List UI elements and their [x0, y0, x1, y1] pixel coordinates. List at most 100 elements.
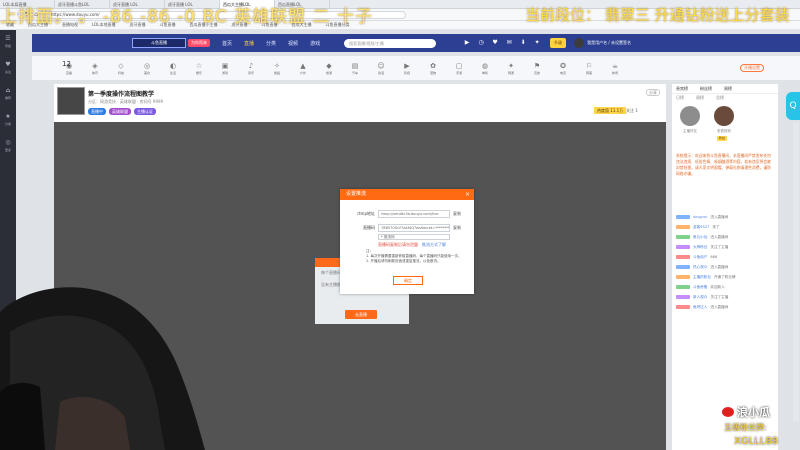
rtmp-address-field[interactable]: rtmp://sendtc3a.douyu.com/live [378, 210, 450, 218]
stream-mode-select[interactable]: * 推流码 [378, 234, 450, 240]
rank-avatar[interactable] [714, 106, 734, 126]
chat-text: 进入直播间 [710, 214, 729, 219]
warning-link[interactable]: 直播码复制后请勿泄露 [378, 242, 418, 248]
chat-username[interactable]: 游客9527 [693, 225, 709, 230]
chat-list: xingyun 进入直播间 游客9527 来了 鱼丸小仙 进入直播间 大神粉丝 关注了主播 斗鱼… [672, 212, 778, 312]
category-item[interactable]: ▲ 户外 [290, 62, 316, 75]
sidebar-item-recommend[interactable]: ⌂ 推荐 [0, 82, 16, 108]
category-label: 美食 [143, 70, 150, 75]
category-item[interactable]: ▣ 游戏 [212, 62, 238, 75]
category-item[interactable]: ▶ 影视 [394, 62, 420, 75]
confirm-button[interactable]: 确定 [393, 276, 423, 285]
broadcast-icon[interactable]: ▶ [460, 38, 474, 48]
chat-username[interactable]: 热心观众 [693, 265, 707, 270]
category-icon: ◍ [481, 61, 489, 70]
category-item[interactable]: ▢ 手游 [446, 62, 472, 75]
chat-message: 鱼丸小仙 进入直播间 [676, 232, 774, 242]
chat-username[interactable]: 鱼吧达人 [693, 305, 707, 310]
category-item[interactable]: ⚐ 赛事 [576, 62, 602, 75]
chat-username[interactable]: 新人观众 [693, 295, 707, 300]
room-tag[interactable]: 主播认证 [134, 108, 156, 115]
category-item[interactable]: ◍ 单机 [472, 62, 498, 75]
category-item[interactable]: ✿ 宠物 [420, 62, 446, 75]
fishbar-icon[interactable]: ✦ [530, 38, 544, 48]
category-item[interactable]: ⚑ 竞技 [524, 62, 550, 75]
history-icon[interactable]: ◷ [474, 38, 488, 48]
room-tag[interactable]: 英雄联盟 [109, 108, 131, 115]
chat-username[interactable]: 主播的粉丝 [693, 275, 711, 280]
category-item[interactable]: ☺ 动漫 [368, 62, 394, 75]
tab-week[interactable]: 周榜 [724, 86, 732, 92]
rank-avatar[interactable] [680, 106, 700, 126]
category-label: 舞蹈 [273, 70, 280, 75]
nav-video[interactable]: 视频 [288, 40, 298, 47]
message-icon[interactable]: ✉ [502, 38, 516, 48]
share-button[interactable]: 分享 [646, 89, 660, 96]
stream-key-label: 直播码 [363, 225, 375, 230]
category-icon: ✪ [560, 61, 566, 70]
nav-game[interactable]: 游戏 [310, 40, 320, 47]
watermark-name: 浪小瓜 [737, 406, 770, 419]
stream-key-field[interactable]: 7865705rV7a4f4Q?wsSecret=******** [378, 224, 450, 232]
upgrade-button[interactable]: 升级 [550, 38, 567, 48]
chat-username[interactable]: 大神粉丝 [693, 245, 707, 250]
copy-key-button[interactable]: 复制 [453, 225, 461, 231]
subtab[interactable]: 总榜 [716, 95, 724, 101]
streamer-avatar[interactable] [57, 87, 85, 115]
sidebar-item-label: 导航 [4, 44, 11, 48]
category-icon: ▶ [404, 61, 410, 70]
download-icon[interactable]: ⬇ [516, 38, 530, 48]
subtab[interactable]: 日榜 [676, 95, 684, 101]
subtab[interactable]: 周榜 [696, 95, 704, 101]
mascot-icon[interactable]: Q [786, 92, 800, 120]
nav-live[interactable]: 直播 [244, 40, 254, 47]
category-item[interactable]: ◆ 旅游 [316, 62, 342, 75]
sidebar-item-more[interactable]: ◎ 更多 [0, 134, 16, 160]
avatar[interactable] [574, 38, 585, 48]
room-tag[interactable]: 直播中 [88, 108, 106, 115]
category-item[interactable]: ✪ 电竞 [550, 62, 576, 75]
category-item[interactable]: ◐ 生活 [160, 62, 186, 75]
chat-username[interactable]: 斗鱼房管 [693, 285, 707, 290]
sidebar-item-follow[interactable]: ♥ 关注 [0, 56, 16, 82]
right-panel: 贵宾榜 粉丝榜 周榜 日榜 周榜 总榜 主播好友 老铁铁粉 粉丝 系统提示：欢迎… [672, 84, 778, 450]
tab-fans[interactable]: 粉丝榜 [700, 86, 712, 92]
go-live-button[interactable]: 去直播 [345, 310, 377, 319]
search-input[interactable]: 搜索直播/视频/主播 [344, 38, 437, 48]
fan-badge-code: XGLLL88 [734, 436, 779, 447]
start-stream-settings-button[interactable]: 开播设置 [740, 64, 764, 72]
category-icon: ✧ [274, 61, 280, 70]
nav-category[interactable]: 分类 [266, 40, 276, 47]
category-item[interactable]: ✦ 网游 [498, 62, 524, 75]
sidebar-item-nav[interactable]: ☰ 导航 [0, 30, 16, 56]
chat-username[interactable]: 鱼丸小仙 [693, 235, 707, 240]
category-item[interactable]: ◇ 科技 [108, 62, 134, 75]
category-item[interactable]: ☆ 娱乐 [186, 62, 212, 75]
site-logo[interactable]: 斗鱼直播 [132, 38, 186, 48]
category-strip: ◉ 直播 ◈ 体育 ◇ 科技 ◎ 美食 ◐ 生活 ☆ 娱乐 ▣ 游戏 ♪ 音乐 ✧ 舞蹈 ▲ 户外 … [32, 56, 800, 80]
help-link[interactable]: 推流方式了解 [422, 242, 446, 248]
category-item[interactable]: ◎ 美食 [134, 62, 160, 75]
category-item[interactable]: ☕ 休闲 [602, 62, 628, 75]
category-item[interactable]: ♪ 音乐 [238, 62, 264, 75]
username[interactable]: 我是用户名 / 未设置签名 [587, 40, 631, 46]
category-icon: ◎ [143, 61, 151, 70]
tab-vip[interactable]: 贵宾榜 [676, 86, 688, 92]
sidebar-item-category[interactable]: ★ 分类 [0, 108, 16, 134]
page-scrollbar[interactable] [793, 122, 799, 422]
chat-username[interactable]: xingyun [693, 215, 707, 219]
follow-icon[interactable]: ♥ [488, 38, 502, 48]
fan-badge [676, 245, 690, 249]
category-label: 体育 [91, 70, 98, 75]
category-item[interactable]: ✧ 舞蹈 [264, 62, 290, 75]
close-icon[interactable]: × [465, 189, 470, 200]
category-item[interactable]: ◈ 体育 [82, 62, 108, 75]
chat-username[interactable]: 斗鱼用户 [693, 255, 707, 260]
category-item[interactable]: ▤ 汽车 [342, 62, 368, 75]
category-icon: ✿ [430, 61, 436, 70]
nav-home[interactable]: 首页 [222, 40, 232, 47]
site-header: 斗鱼直播 为你而来 首页 直播 分类 视频 游戏 搜索直播/视频/主播 ▶ ◷ … [32, 34, 800, 52]
sidebar-item-label: 更多 [4, 148, 11, 152]
rank-name: 老铁铁粉 [717, 129, 731, 133]
copy-rtmp-button[interactable]: 复制 [453, 211, 461, 217]
